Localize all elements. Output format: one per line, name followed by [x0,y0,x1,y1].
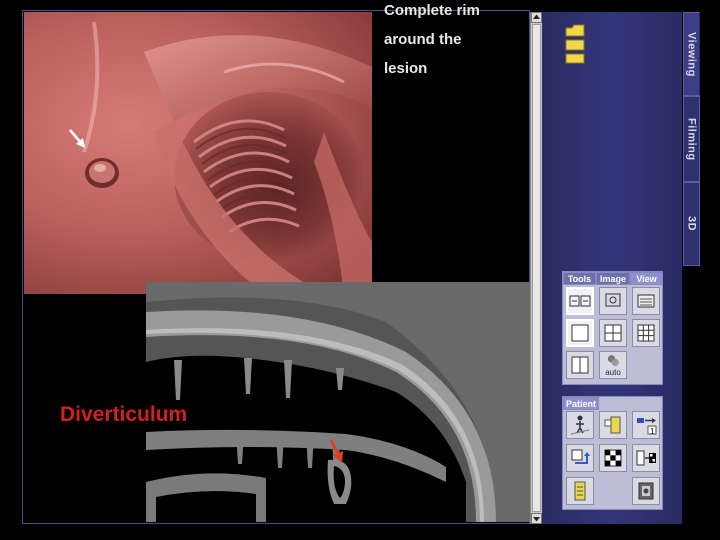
white-arrow-icon [69,129,85,148]
auto-layout-icon [607,355,619,367]
viewer-scrollbar[interactable] [530,12,542,524]
checker-pattern-button[interactable] [599,444,627,472]
layout-split-icon [571,356,589,374]
diverticulum-label: Diverticulum [60,403,188,426]
load-study-icon [571,449,590,464]
auto-layout-button[interactable]: auto [599,351,627,379]
tab-viewing[interactable]: Viewing [683,12,700,96]
tab-patient-label: Patient [565,398,596,409]
scroll-down-button[interactable] [531,513,542,524]
scroll-up-button[interactable] [531,12,542,23]
arrow-down-icon [533,517,540,522]
study-list-button[interactable] [632,287,660,315]
red-arrow-icon [329,439,343,463]
patient-position-button[interactable] [566,411,594,439]
auto-label: auto [605,368,621,377]
tab-3d[interactable]: 3D [683,182,700,266]
cine-button[interactable] [632,477,660,505]
rim-caption-line-1: Complete rim [384,2,480,19]
series-stack-icon [604,416,621,434]
film-icon [638,482,654,500]
layout-single-icon [571,324,589,342]
series-number: 1 [650,427,655,436]
rim-caption: Complete rim around the lesion [384,0,524,83]
sync-series-button[interactable] [632,444,660,472]
endoluminal-3d-view[interactable] [24,12,372,294]
hanging-protocol-icon [574,481,586,501]
series-stack-button[interactable] [599,411,627,439]
monitor-icon [605,293,621,307]
layout-3x3-button[interactable] [632,319,660,347]
viewer-single-button[interactable] [599,287,627,315]
tab-tools-label: Tools [567,273,592,284]
patient-icon [570,415,590,435]
ct-slice-view[interactable] [146,282,530,522]
layout-1x1-button[interactable] [566,319,594,347]
layout-grid-icon [637,324,655,342]
tab-tools[interactable]: Tools [563,272,596,285]
hanging-protocol-button[interactable] [566,477,594,505]
tab-filming[interactable]: Filming [683,96,700,182]
folder-icon[interactable] [564,22,586,64]
arrow-up-icon [533,14,540,19]
tab-3d-label: 3D [685,216,698,232]
checkerboard-icon [604,449,622,467]
layout-2x2-button[interactable] [599,319,627,347]
layout-1x2-button[interactable] [566,351,594,379]
tab-view[interactable]: View [630,272,663,285]
compare-layout-button[interactable] [566,287,594,315]
rim-caption-line-3: lesion [384,60,428,77]
tab-filming-label: Filming [685,117,698,161]
compare-icon [569,295,591,307]
scroll-thumb[interactable] [532,24,541,512]
tab-viewing-label: Viewing [685,31,698,77]
tab-view-label: View [636,273,657,284]
tab-patient[interactable]: Patient [563,397,599,410]
patient-palette: Patient 1 [562,396,663,510]
next-series-button[interactable]: 1 [632,411,660,439]
sync-icon [636,450,656,466]
tab-image[interactable]: Image [596,272,630,285]
layout-quad-icon [604,324,622,342]
tab-image-label: Image [599,273,626,284]
rim-caption-line-2: around the [384,31,462,48]
view-palette: Tools Image View auto [562,271,663,385]
list-icon [637,294,655,308]
load-study-button[interactable] [566,444,594,472]
